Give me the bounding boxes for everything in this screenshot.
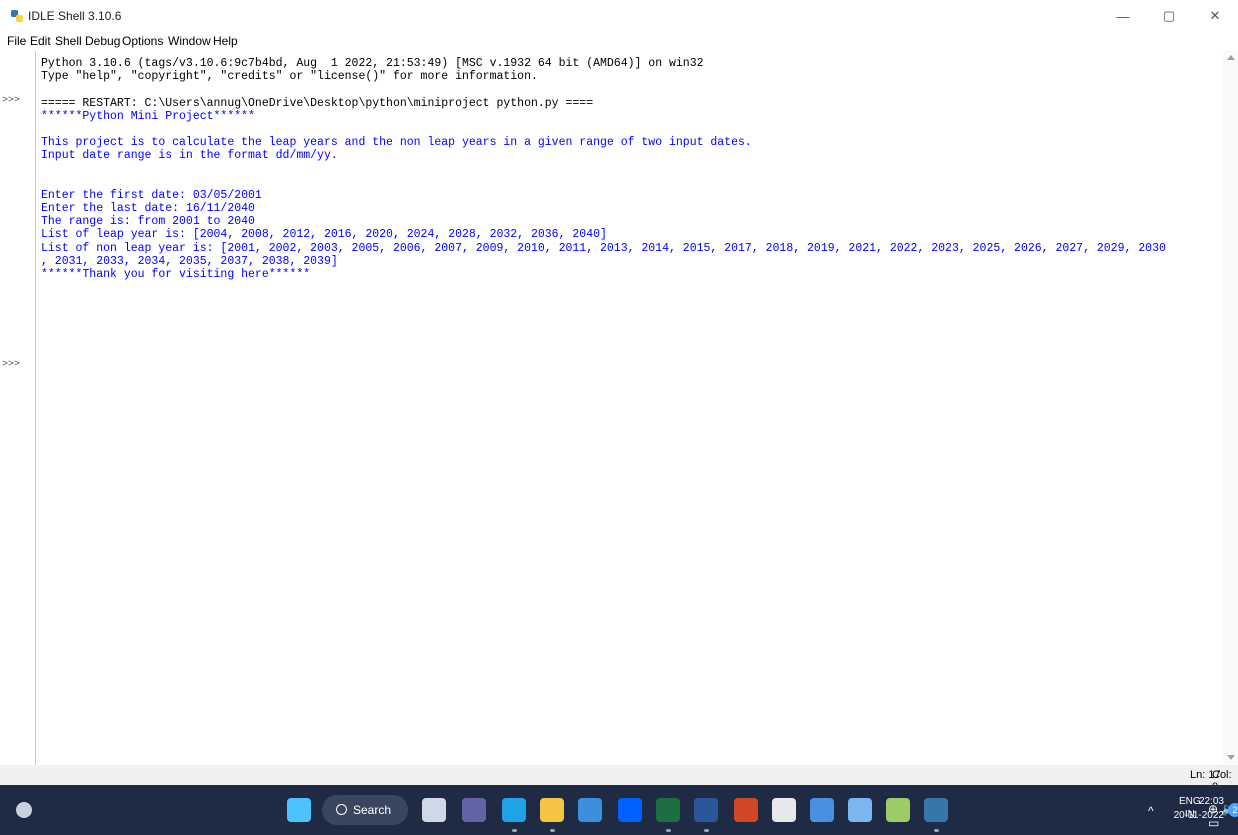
shell-line: ******Python Mini Project****** — [41, 109, 255, 123]
notepad-icon[interactable] — [886, 798, 910, 822]
running-indicator — [666, 829, 671, 832]
powerpoint-icon[interactable] — [734, 798, 758, 822]
prompt-sidebar: >>> >>> — [0, 51, 36, 765]
running-indicator — [704, 829, 709, 832]
shell-line: Enter the last date: 16/11/2040 — [41, 202, 255, 216]
shell-area[interactable]: >>> >>> Python 3.10.6 (tags/v3.10.6:9c7b… — [0, 51, 1238, 765]
title-bar: IDLE Shell 3.10.6 — ▢ ✕ — [0, 0, 1238, 32]
clock-date: 20-11-2022 — [1173, 810, 1224, 821]
edge-icon[interactable] — [502, 798, 526, 822]
scroll-up-icon[interactable] — [1227, 55, 1235, 60]
shell-output[interactable]: Python 3.10.6 (tags/v3.10.6:9c7b4bd, Aug… — [41, 57, 1222, 281]
tray-overflow-icon[interactable]: ^ — [1148, 804, 1154, 818]
running-indicator — [512, 829, 517, 832]
clock-time: 22:03 — [1198, 796, 1224, 807]
shell-line: Type "help", "copyright", "credits" or "… — [41, 70, 538, 84]
window-title: IDLE Shell 3.10.6 — [28, 9, 122, 23]
menu-help[interactable]: Help — [213, 34, 238, 48]
menu-bar: File Edit Shell Debug Options Window Hel… — [0, 32, 1238, 51]
close-button[interactable]: ✕ — [1192, 0, 1238, 32]
shell-line: Input date range is in the format dd/mm/… — [41, 149, 338, 163]
menu-shell[interactable]: Shell — [55, 34, 82, 48]
shell-line: This project is to calculate the leap ye… — [41, 136, 752, 150]
maximize-button[interactable]: ▢ — [1146, 0, 1192, 32]
shell-line: , 2031, 2033, 2034, 2035, 2037, 2038, 20… — [41, 254, 338, 268]
weather-icon[interactable] — [16, 802, 32, 818]
minimize-button[interactable]: — — [1100, 0, 1146, 32]
shell-line: Python 3.10.6 (tags/v3.10.6:9c7b4bd, Aug… — [41, 57, 704, 70]
menu-edit[interactable]: Edit — [30, 34, 51, 48]
vertical-scrollbar[interactable] — [1223, 51, 1238, 765]
taskbar: Search ^ ENG IN ⊕ 🔈 ▭ 22:03 20-11-2022 2 — [0, 785, 1238, 835]
status-bar: Ln: 17 Col: 0 — [0, 765, 1238, 793]
file-explorer-icon[interactable] — [540, 798, 564, 822]
task-view-icon[interactable] — [422, 798, 446, 822]
scroll-down-icon[interactable] — [1227, 755, 1235, 760]
notification-badge[interactable]: 2 — [1228, 803, 1238, 817]
monitor-icon[interactable] — [810, 798, 834, 822]
clock[interactable]: 22:03 20-11-2022 — [1162, 795, 1224, 823]
taskbar-search[interactable]: Search — [322, 795, 408, 825]
obs-icon[interactable] — [772, 798, 796, 822]
menu-window[interactable]: Window — [168, 34, 211, 48]
shell-line: List of leap year is: [2004, 2008, 2012,… — [41, 228, 607, 242]
shell-line: Enter the first date: 03/05/2001 — [41, 188, 262, 202]
shell-line: ===== RESTART: C:\Users\annug\OneDrive\D… — [41, 96, 594, 110]
running-indicator — [550, 829, 555, 832]
search-icon — [336, 804, 347, 815]
shell-line: List of non leap year is: [2001, 2002, 2… — [41, 241, 1166, 255]
shell-prompt: >>> — [2, 94, 21, 105]
menu-options[interactable]: Options — [122, 34, 163, 48]
menu-file[interactable]: File — [7, 34, 26, 48]
teams-icon[interactable] — [462, 798, 486, 822]
shell-prompt: >>> — [2, 358, 21, 369]
shell-line: ******Thank you for visiting here****** — [41, 268, 311, 281]
shell-line: The range is: from 2001 to 2040 — [41, 215, 255, 229]
word-icon[interactable] — [694, 798, 718, 822]
python-app-icon — [11, 10, 23, 22]
dropbox-icon[interactable] — [618, 798, 642, 822]
shield-icon[interactable] — [848, 798, 872, 822]
running-indicator — [934, 829, 939, 832]
menu-debug[interactable]: Debug — [85, 34, 120, 48]
excel-icon[interactable] — [656, 798, 680, 822]
windows-start-icon[interactable] — [287, 798, 311, 822]
python-idle-icon[interactable] — [924, 798, 948, 822]
microsoft-store-icon[interactable] — [578, 798, 602, 822]
search-label: Search — [353, 803, 392, 817]
